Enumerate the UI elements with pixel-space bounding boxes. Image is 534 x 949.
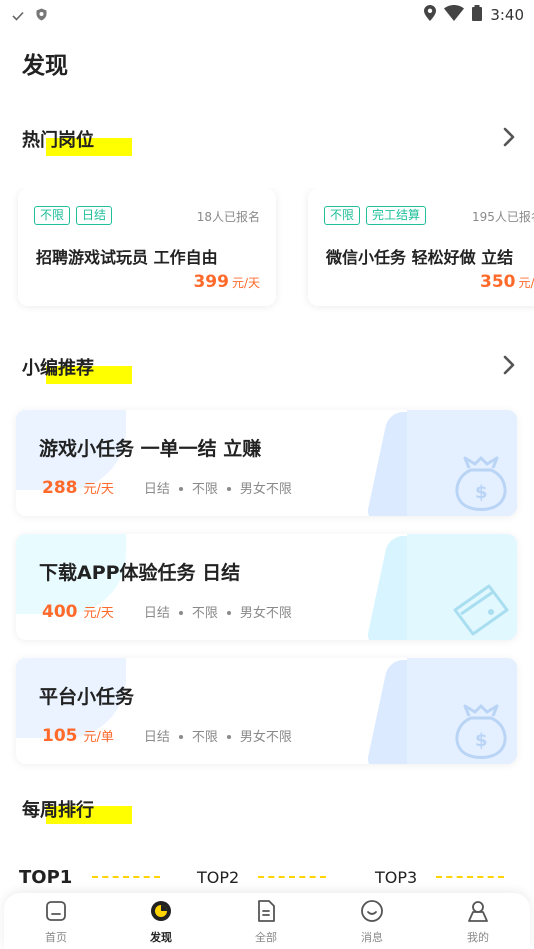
- job-title: 微信小任务 轻松好做 立结: [326, 248, 514, 267]
- rank-tab-top2[interactable]: TOP2: [197, 868, 239, 887]
- hot-jobs-carousel[interactable]: 不限 日结 18人已报名 招聘游戏试玩员 工作自由 399 元/天 不限 完工结算…: [0, 188, 534, 312]
- task-meta: 288 元/天 日结 不限 男女不限: [42, 478, 292, 498]
- hot-jobs-title: 热门岗位: [22, 130, 94, 151]
- rank-tab-top3[interactable]: TOP3: [375, 868, 417, 887]
- meta-gender: 男女不限: [239, 482, 292, 497]
- meta-limit: 不限: [191, 482, 218, 497]
- job-price: 350 元/: [480, 272, 534, 292]
- job-card[interactable]: 不限 日结 18人已报名 招聘游戏试玩员 工作自由 399 元/天: [18, 188, 276, 306]
- page-title: 发现: [22, 53, 68, 79]
- tab-label: 首页: [45, 931, 67, 944]
- recommend-card[interactable]: 游戏小任务 一单一结 立赚 288 元/天 日结 不限 男女不限 $: [16, 410, 517, 516]
- job-tag: 日结: [76, 206, 113, 225]
- clock-time: 3:40: [490, 6, 524, 24]
- price-value: 105: [42, 726, 78, 746]
- job-tag: 不限: [324, 206, 361, 225]
- profile-icon: [438, 899, 518, 927]
- job-card[interactable]: 不限 完工结算 195人已报名 微信小任务 轻松好做 立结 350元/: [308, 188, 534, 306]
- job-tag: 完工结算: [366, 206, 427, 225]
- status-bar: 3:40: [0, 0, 534, 30]
- job-title: 招聘游戏试玩员 工作自由: [36, 248, 218, 267]
- recommend-header[interactable]: 小编推荐: [22, 354, 516, 384]
- document-icon: [226, 899, 306, 927]
- recommend-card[interactable]: 平台小任务 105 元/单 日结 不限 男女不限 $: [16, 658, 517, 764]
- tab-profile[interactable]: 我的: [438, 899, 518, 945]
- rank-tab-top1[interactable]: TOP1: [19, 867, 72, 888]
- ranking-tabs: TOP1 TOP2 TOP3: [0, 862, 534, 892]
- svg-text:$: $: [475, 482, 488, 503]
- rank-divider: [258, 876, 326, 878]
- recommend-title: 小编推荐: [22, 358, 94, 379]
- weekly-ranking-header: 每周排行: [22, 796, 516, 826]
- meta-gender: 男女不限: [239, 730, 292, 745]
- weekly-ranking-title: 每周排行: [22, 800, 94, 821]
- check-icon: [12, 6, 24, 25]
- tab-messages[interactable]: 消息: [332, 899, 412, 945]
- task-meta: 400 元/天 日结 不限 男女不限: [42, 602, 292, 622]
- tab-label: 全部: [255, 931, 277, 944]
- signup-count: 18人已报名: [196, 210, 260, 224]
- task-title: 平台小任务: [39, 686, 135, 708]
- price-unit: 元/天: [83, 482, 114, 497]
- job-price: 399 元/天: [193, 272, 260, 292]
- price-unit: 元/天: [231, 276, 260, 290]
- money-bag-icon: $: [451, 704, 511, 764]
- discover-icon: [121, 899, 201, 927]
- chevron-right-icon[interactable]: [502, 126, 516, 152]
- bottom-tab-bar: 首页 发现 全部 消息 我的: [4, 893, 530, 949]
- rank-divider: [436, 876, 504, 878]
- price-value: 350: [480, 272, 516, 292]
- price-value: 399: [193, 272, 229, 292]
- meta-gender: 男女不限: [239, 606, 292, 621]
- meta-settlement: 日结: [143, 606, 170, 621]
- tab-label: 发现: [150, 931, 172, 944]
- hot-jobs-header[interactable]: 热门岗位: [22, 126, 516, 156]
- meta-limit: 不限: [191, 730, 218, 745]
- tab-label: 我的: [467, 931, 489, 944]
- price-unit: 元/单: [83, 730, 114, 745]
- meta-limit: 不限: [191, 606, 218, 621]
- svg-text:$: $: [475, 730, 488, 751]
- wallet-icon: [449, 580, 511, 640]
- meta-settlement: 日结: [143, 730, 170, 745]
- shield-icon: [36, 6, 47, 25]
- chevron-right-icon[interactable]: [502, 354, 516, 380]
- location-icon: [424, 5, 437, 25]
- tab-home[interactable]: 首页: [16, 899, 96, 945]
- task-meta: 105 元/单 日结 不限 男女不限: [42, 726, 292, 746]
- price-value: 400: [42, 602, 78, 622]
- price-unit: 元/: [518, 276, 534, 290]
- task-title: 下载APP体验任务 日结: [39, 562, 241, 584]
- signup-count: 195人已报名: [472, 210, 534, 224]
- battery-icon: [472, 5, 483, 25]
- task-title: 游戏小任务 一单一结 立赚: [39, 438, 262, 460]
- tab-label: 消息: [361, 931, 383, 944]
- tab-all[interactable]: 全部: [226, 899, 306, 945]
- meta-settlement: 日结: [143, 482, 170, 497]
- price-unit: 元/天: [83, 606, 114, 621]
- recommend-card[interactable]: 下载APP体验任务 日结 400 元/天 日结 不限 男女不限: [16, 534, 517, 640]
- rank-divider: [92, 876, 160, 878]
- tab-discover[interactable]: 发现: [121, 899, 201, 945]
- wifi-icon: [444, 4, 465, 25]
- job-tag: 不限: [34, 206, 71, 225]
- money-bag-icon: $: [451, 456, 511, 516]
- message-icon: [332, 899, 412, 927]
- home-icon: [16, 899, 96, 927]
- price-value: 288: [42, 478, 78, 498]
